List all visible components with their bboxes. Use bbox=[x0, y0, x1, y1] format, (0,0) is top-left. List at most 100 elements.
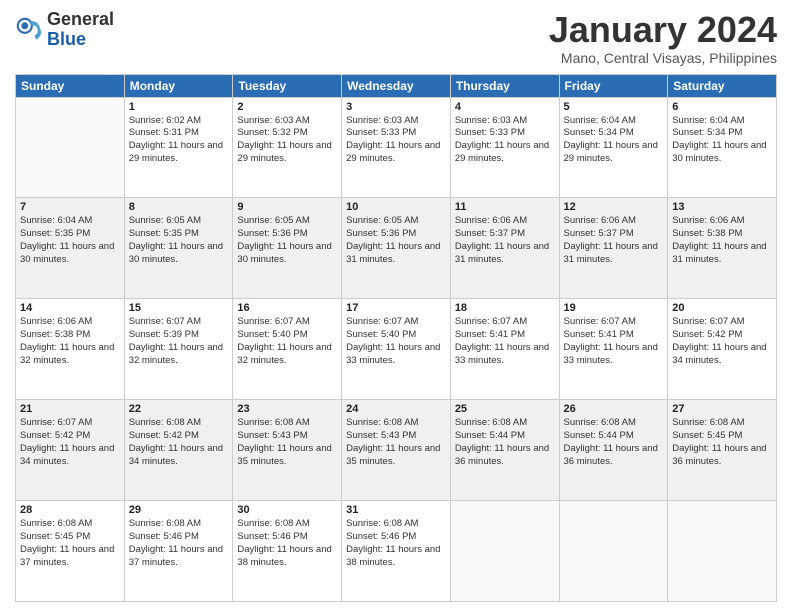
logo-line2: Blue bbox=[47, 30, 114, 50]
logo-line1: General bbox=[47, 10, 114, 30]
calendar-cell: 20 Sunrise: 6:07 AM Sunset: 5:42 PM Dayli… bbox=[668, 299, 777, 400]
calendar-cell bbox=[450, 501, 559, 602]
calendar-cell: 28 Sunrise: 6:08 AM Sunset: 5:45 PM Dayli… bbox=[16, 501, 125, 602]
day-info: Sunrise: 6:07 AM Sunset: 5:41 PM Dayligh… bbox=[455, 316, 555, 367]
calendar-cell: 22 Sunrise: 6:08 AM Sunset: 5:42 PM Dayli… bbox=[124, 400, 233, 501]
day-info: Sunrise: 6:07 AM Sunset: 5:41 PM Dayligh… bbox=[564, 316, 664, 367]
calendar-cell: 3 Sunrise: 6:03 AM Sunset: 5:33 PM Daylig… bbox=[342, 97, 451, 198]
calendar-cell: 18 Sunrise: 6:07 AM Sunset: 5:41 PM Dayli… bbox=[450, 299, 559, 400]
day-info: Sunrise: 6:03 AM Sunset: 5:33 PM Dayligh… bbox=[346, 115, 446, 166]
day-info: Sunrise: 6:08 AM Sunset: 5:44 PM Dayligh… bbox=[564, 417, 664, 468]
day-info: Sunrise: 6:07 AM Sunset: 5:42 PM Dayligh… bbox=[20, 417, 120, 468]
header: General Blue January 2024 Mano, Central … bbox=[15, 10, 777, 66]
weekday-header-friday: Friday bbox=[559, 74, 668, 97]
week-row-3: 14 Sunrise: 6:06 AM Sunset: 5:38 PM Dayli… bbox=[16, 299, 777, 400]
day-info: Sunrise: 6:06 AM Sunset: 5:38 PM Dayligh… bbox=[672, 215, 772, 266]
day-number: 11 bbox=[455, 201, 555, 213]
day-number: 25 bbox=[455, 403, 555, 415]
day-info: Sunrise: 6:03 AM Sunset: 5:33 PM Dayligh… bbox=[455, 115, 555, 166]
calendar-cell: 2Sunrise: 6:03 AM Sunset: 5:32 PM Daylig… bbox=[233, 97, 342, 198]
calendar-cell: 15 Sunrise: 6:07 AM Sunset: 5:39 PM Dayli… bbox=[124, 299, 233, 400]
day-number: 18 bbox=[455, 302, 555, 314]
day-number: 31 bbox=[346, 504, 446, 516]
calendar-table: SundayMondayTuesdayWednesdayThursdayFrid… bbox=[15, 74, 777, 602]
day-info: Sunrise: 6:06 AM Sunset: 5:38 PM Dayligh… bbox=[20, 316, 120, 367]
calendar-cell: 26 Sunrise: 6:08 AM Sunset: 5:44 PM Dayli… bbox=[559, 400, 668, 501]
day-info: Sunrise: 6:07 AM Sunset: 5:42 PM Dayligh… bbox=[672, 316, 772, 367]
day-number: 1 bbox=[129, 101, 229, 113]
day-number: 5 bbox=[564, 101, 664, 113]
calendar-cell: 6Sunrise: 6:04 AM Sunset: 5:34 PM Daylig… bbox=[668, 97, 777, 198]
calendar-cell bbox=[16, 97, 125, 198]
day-number: 9 bbox=[237, 201, 337, 213]
calendar-cell: 7Sunrise: 6:04 AM Sunset: 5:35 PM Daylig… bbox=[16, 198, 125, 299]
day-info: Sunrise: 6:06 AM Sunset: 5:37 PM Dayligh… bbox=[455, 215, 555, 266]
day-info: Sunrise: 6:08 AM Sunset: 5:43 PM Dayligh… bbox=[346, 417, 446, 468]
day-number: 8 bbox=[129, 201, 229, 213]
logo: General Blue bbox=[15, 10, 114, 50]
calendar-cell: 21Sunrise: 6:07 AM Sunset: 5:42 PM Dayli… bbox=[16, 400, 125, 501]
calendar-cell: 4Sunrise: 6:03 AM Sunset: 5:33 PM Daylig… bbox=[450, 97, 559, 198]
day-number: 23 bbox=[237, 403, 337, 415]
weekday-header-monday: Monday bbox=[124, 74, 233, 97]
day-number: 14 bbox=[20, 302, 120, 314]
day-info: Sunrise: 6:04 AM Sunset: 5:35 PM Dayligh… bbox=[20, 215, 120, 266]
month-title: January 2024 bbox=[549, 10, 777, 50]
calendar-cell bbox=[559, 501, 668, 602]
calendar-cell: 8 Sunrise: 6:05 AM Sunset: 5:35 PM Daylig… bbox=[124, 198, 233, 299]
calendar-cell: 30 Sunrise: 6:08 AM Sunset: 5:46 PM Dayli… bbox=[233, 501, 342, 602]
title-area: January 2024 Mano, Central Visayas, Phil… bbox=[549, 10, 777, 66]
day-number: 6 bbox=[672, 101, 772, 113]
day-number: 15 bbox=[129, 302, 229, 314]
day-info: Sunrise: 6:08 AM Sunset: 5:44 PM Dayligh… bbox=[455, 417, 555, 468]
week-row-5: 28 Sunrise: 6:08 AM Sunset: 5:45 PM Dayli… bbox=[16, 501, 777, 602]
calendar-cell: 17Sunrise: 6:07 AM Sunset: 5:40 PM Dayli… bbox=[342, 299, 451, 400]
day-number: 2 bbox=[237, 101, 337, 113]
day-info: Sunrise: 6:06 AM Sunset: 5:37 PM Dayligh… bbox=[564, 215, 664, 266]
day-number: 26 bbox=[564, 403, 664, 415]
calendar-cell: 1 Sunrise: 6:02 AM Sunset: 5:31 PM Daylig… bbox=[124, 97, 233, 198]
day-number: 30 bbox=[237, 504, 337, 516]
day-info: Sunrise: 6:08 AM Sunset: 5:46 PM Dayligh… bbox=[237, 518, 337, 569]
weekday-header-row: SundayMondayTuesdayWednesdayThursdayFrid… bbox=[16, 74, 777, 97]
calendar-cell: 14 Sunrise: 6:06 AM Sunset: 5:38 PM Dayli… bbox=[16, 299, 125, 400]
calendar-page: General Blue January 2024 Mano, Central … bbox=[0, 0, 792, 612]
calendar-cell bbox=[668, 501, 777, 602]
day-info: Sunrise: 6:07 AM Sunset: 5:40 PM Dayligh… bbox=[346, 316, 446, 367]
day-number: 28 bbox=[20, 504, 120, 516]
day-info: Sunrise: 6:02 AM Sunset: 5:31 PM Dayligh… bbox=[129, 115, 229, 166]
calendar-cell: 11 Sunrise: 6:06 AM Sunset: 5:37 PM Dayli… bbox=[450, 198, 559, 299]
day-number: 13 bbox=[672, 201, 772, 213]
day-info: Sunrise: 6:05 AM Sunset: 5:35 PM Dayligh… bbox=[129, 215, 229, 266]
logo-icon bbox=[15, 16, 43, 44]
calendar-cell: 25 Sunrise: 6:08 AM Sunset: 5:44 PM Dayli… bbox=[450, 400, 559, 501]
calendar-cell: 23 Sunrise: 6:08 AM Sunset: 5:43 PM Dayli… bbox=[233, 400, 342, 501]
day-info: Sunrise: 6:08 AM Sunset: 5:43 PM Dayligh… bbox=[237, 417, 337, 468]
day-info: Sunrise: 6:08 AM Sunset: 5:45 PM Dayligh… bbox=[20, 518, 120, 569]
weekday-header-sunday: Sunday bbox=[16, 74, 125, 97]
day-number: 16 bbox=[237, 302, 337, 314]
day-info: Sunrise: 6:08 AM Sunset: 5:46 PM Dayligh… bbox=[346, 518, 446, 569]
day-number: 3 bbox=[346, 101, 446, 113]
weekday-header-thursday: Thursday bbox=[450, 74, 559, 97]
calendar-cell: 10 Sunrise: 6:05 AM Sunset: 5:36 PM Dayli… bbox=[342, 198, 451, 299]
day-number: 24 bbox=[346, 403, 446, 415]
calendar-cell: 19Sunrise: 6:07 AM Sunset: 5:41 PM Dayli… bbox=[559, 299, 668, 400]
day-info: Sunrise: 6:04 AM Sunset: 5:34 PM Dayligh… bbox=[564, 115, 664, 166]
day-number: 22 bbox=[129, 403, 229, 415]
calendar-cell: 29Sunrise: 6:08 AM Sunset: 5:46 PM Dayli… bbox=[124, 501, 233, 602]
calendar-cell: 16 Sunrise: 6:07 AM Sunset: 5:40 PM Dayli… bbox=[233, 299, 342, 400]
day-info: Sunrise: 6:05 AM Sunset: 5:36 PM Dayligh… bbox=[346, 215, 446, 266]
calendar-cell: 5 Sunrise: 6:04 AM Sunset: 5:34 PM Daylig… bbox=[559, 97, 668, 198]
day-info: Sunrise: 6:05 AM Sunset: 5:36 PM Dayligh… bbox=[237, 215, 337, 266]
calendar-cell: 31 Sunrise: 6:08 AM Sunset: 5:46 PM Dayli… bbox=[342, 501, 451, 602]
day-info: Sunrise: 6:08 AM Sunset: 5:46 PM Dayligh… bbox=[129, 518, 229, 569]
location-subtitle: Mano, Central Visayas, Philippines bbox=[549, 50, 777, 66]
day-number: 10 bbox=[346, 201, 446, 213]
day-info: Sunrise: 6:07 AM Sunset: 5:39 PM Dayligh… bbox=[129, 316, 229, 367]
day-info: Sunrise: 6:07 AM Sunset: 5:40 PM Dayligh… bbox=[237, 316, 337, 367]
day-number: 20 bbox=[672, 302, 772, 314]
day-info: Sunrise: 6:08 AM Sunset: 5:42 PM Dayligh… bbox=[129, 417, 229, 468]
day-number: 27 bbox=[672, 403, 772, 415]
week-row-2: 7Sunrise: 6:04 AM Sunset: 5:35 PM Daylig… bbox=[16, 198, 777, 299]
